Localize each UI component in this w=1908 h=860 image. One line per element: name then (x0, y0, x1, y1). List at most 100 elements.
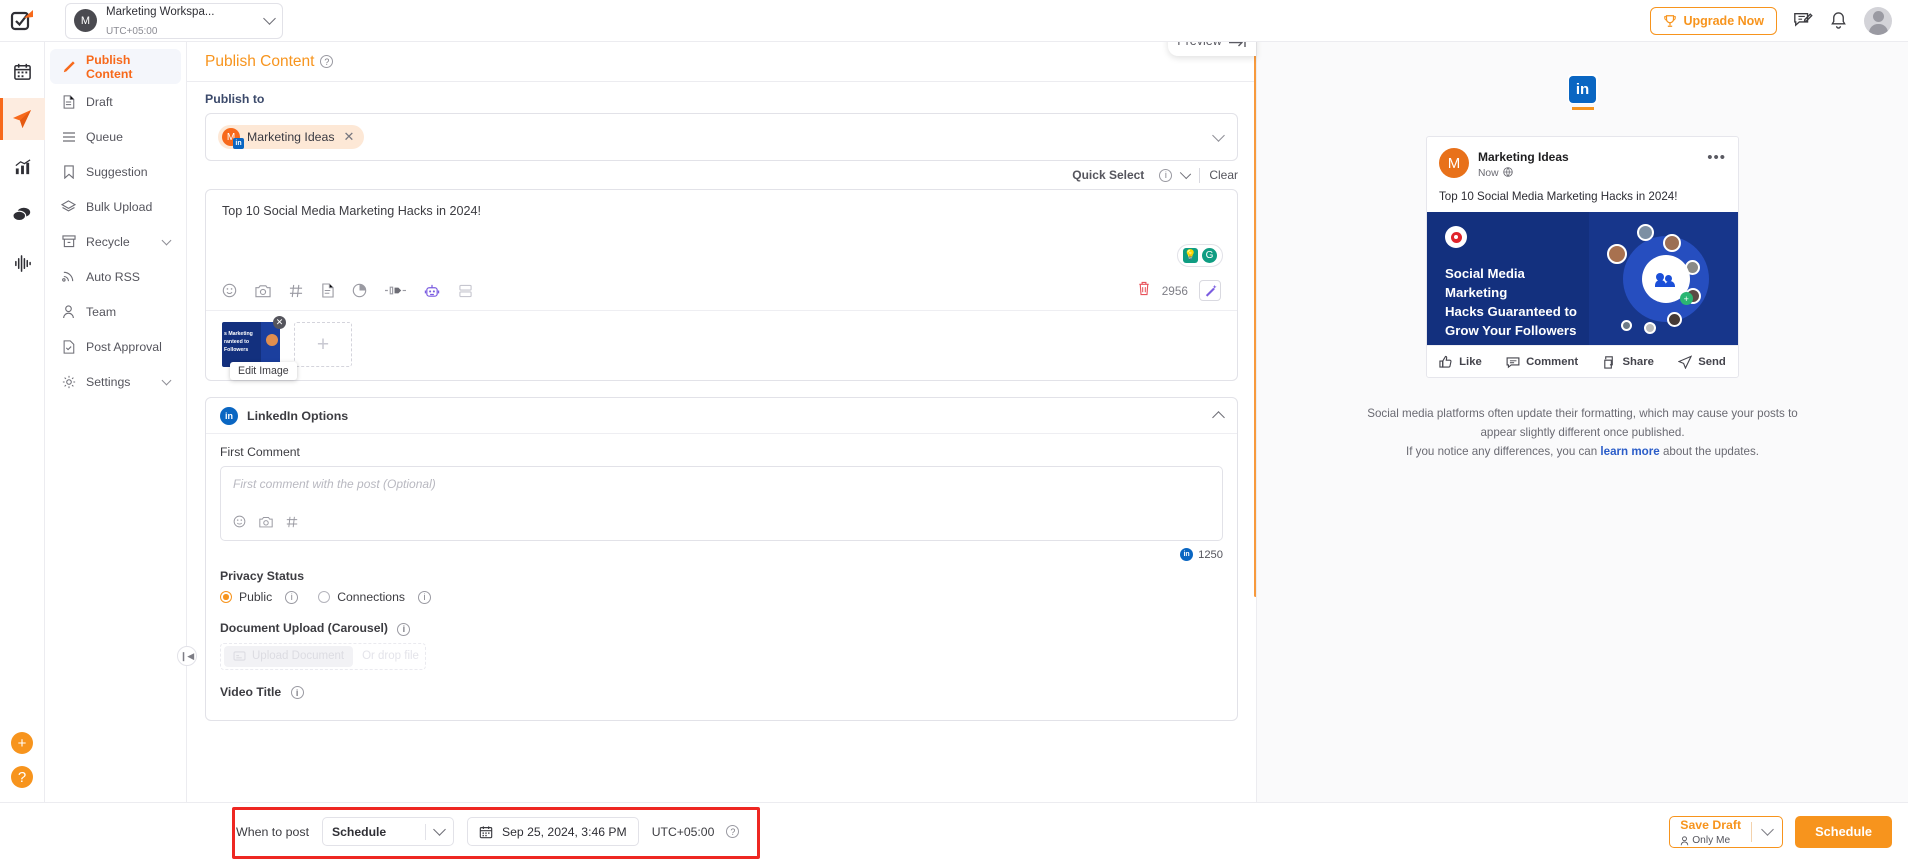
info-icon[interactable]: i (285, 590, 299, 604)
post-composer[interactable]: Top 10 Social Media Marketing Hacks in 2… (205, 189, 1238, 381)
share-button[interactable]: Share (1602, 355, 1654, 369)
send-button[interactable]: Send (1678, 354, 1726, 369)
help-icon[interactable]: ? (726, 825, 740, 838)
list-icon (61, 129, 76, 144)
upgrade-now-button[interactable]: Upgrade Now (1650, 6, 1777, 35)
schedule-button[interactable]: Schedule (1795, 815, 1892, 848)
preview-author-block: Marketing Ideas Now (1478, 148, 1569, 180)
app-logo-icon (10, 8, 36, 34)
pencil-icon (61, 59, 76, 74)
account-chip[interactable]: M in Marketing Ideas ✕ (218, 125, 365, 149)
save-draft-button[interactable]: Save Draft Only Me (1669, 815, 1784, 848)
remove-media-icon[interactable]: ✕ (273, 316, 286, 329)
avatar (1636, 224, 1654, 241)
sidebar-item-publish-content[interactable]: Publish Content (50, 49, 181, 84)
robot-icon[interactable] (424, 283, 440, 299)
sidebar-item-post-approval[interactable]: Post Approval (50, 329, 181, 364)
sidebar-item-label: Team (86, 304, 117, 319)
thumb-avatar-dot (266, 334, 278, 346)
rail-item-publish[interactable] (0, 98, 45, 140)
publish-to-field[interactable]: M in Marketing Ideas ✕ (205, 113, 1238, 161)
learn-more-link[interactable]: learn more (1600, 445, 1659, 458)
sidebar-item-settings[interactable]: Settings (50, 364, 181, 399)
preview-image-right: + (1588, 212, 1738, 345)
rail-item-listening[interactable] (0, 242, 45, 284)
chevron-down-icon (161, 375, 172, 385)
grid-icon[interactable] (458, 284, 473, 298)
camera-icon[interactable] (259, 515, 273, 533)
sidebar-item-queue[interactable]: Queue (50, 119, 181, 154)
preview-post-more-icon[interactable]: ••• (1707, 148, 1726, 165)
drop-file-text: Or drop file (362, 650, 419, 662)
linkedin-options-header[interactable]: in LinkedIn Options (206, 398, 1237, 434)
composer-toolbar-right: 2956 (1137, 280, 1221, 301)
pie-chart-icon[interactable] (352, 283, 367, 298)
sidebar-item-auto-rss[interactable]: Auto RSS (50, 259, 181, 294)
privacy-option-public[interactable]: Public i (220, 590, 299, 604)
privacy-option-connections[interactable]: Connections i (318, 590, 431, 604)
delete-post-icon[interactable] (1137, 281, 1151, 301)
schedule-datetime-picker[interactable]: Sep 25, 2024, 3:46 PM (467, 817, 639, 846)
sidebar-nav: Publish Content Draft Queue Suggestion B… (45, 42, 187, 802)
edit-image-tooltip[interactable]: Edit Image (230, 362, 297, 380)
emoji-icon[interactable] (233, 515, 246, 533)
camera-icon[interactable] (255, 284, 271, 298)
document-upload-dropzone[interactable]: Upload Document Or drop file (220, 642, 426, 670)
sidebar-item-bulk-upload[interactable]: Bulk Upload (50, 189, 181, 224)
workspace-avatar: M (74, 9, 97, 32)
app-root: M Marketing Workspa... UTC+05:00 Upgrade… (0, 0, 1908, 860)
media-thumbnail-image: s Marketing ranteed to Followers (222, 322, 280, 367)
privacy-option-label: Public (239, 590, 273, 604)
collapse-panel-handle[interactable]: ❙◀ (177, 646, 197, 666)
composer-textarea[interactable]: Top 10 Social Media Marketing Hacks in 2… (206, 190, 1237, 272)
rail-item-calendar[interactable] (0, 50, 45, 92)
sidebar-item-label: Suggestion (86, 164, 148, 179)
sidebar-item-suggestion[interactable]: Suggestion (50, 154, 181, 189)
linkedin-badge-icon: in (233, 138, 244, 149)
grammarly-widget[interactable]: 💡 G (1177, 244, 1223, 267)
rail-item-analytics[interactable] (0, 146, 45, 188)
chevron-down-icon (433, 823, 446, 836)
schedule-mode-select[interactable]: Schedule (322, 817, 455, 846)
help-button[interactable]: ? (11, 766, 33, 788)
comment-button[interactable]: Comment (1506, 355, 1578, 369)
sidebar-item-draft[interactable]: Draft (50, 84, 181, 119)
first-comment-field[interactable]: First comment with the post (Optional) (220, 466, 1223, 541)
sidebar-item-team[interactable]: Team (50, 294, 181, 329)
ai-magic-wand-button[interactable] (1199, 280, 1221, 301)
chevron-down-icon[interactable] (1180, 167, 1192, 180)
like-button[interactable]: Like (1439, 355, 1482, 369)
analytics-icon (14, 158, 30, 174)
feedback-icon[interactable] (1793, 11, 1813, 31)
notifications-bell-icon[interactable] (1829, 11, 1848, 30)
document-icon[interactable] (321, 283, 334, 298)
hashtag-icon[interactable] (286, 515, 298, 533)
chevron-down-icon (161, 235, 172, 245)
add-button[interactable]: + (11, 732, 33, 754)
info-icon[interactable]: ? (320, 55, 334, 68)
hashtag-icon[interactable] (289, 284, 303, 298)
sidebar-item-recycle[interactable]: Recycle (50, 224, 181, 259)
remove-account-icon[interactable]: ✕ (344, 129, 355, 145)
info-icon[interactable]: i (417, 590, 431, 604)
info-icon[interactable]: i (1159, 168, 1173, 182)
plug-icon[interactable] (385, 284, 406, 297)
avatar (1662, 234, 1681, 252)
workspace-selector[interactable]: M Marketing Workspa... UTC+05:00 (65, 2, 283, 39)
info-icon[interactable]: i (290, 686, 304, 699)
chevron-up-icon[interactable] (1212, 411, 1225, 424)
chevron-down-icon[interactable] (1212, 128, 1225, 142)
save-draft-dropdown[interactable] (1752, 823, 1782, 838)
info-icon[interactable]: i (397, 622, 411, 636)
add-media-button[interactable]: + (294, 322, 352, 367)
user-avatar[interactable] (1864, 6, 1892, 35)
clear-button[interactable]: Clear (1209, 168, 1238, 182)
emoji-icon[interactable] (222, 283, 237, 298)
media-thumbnail[interactable]: s Marketing ranteed to Followers ✕ Edit Im… (222, 316, 297, 380)
rail-item-inbox[interactable] (0, 194, 45, 236)
like-label: Like (1459, 355, 1482, 368)
bottom-action-bar: When to post Schedule Sep 25, 2024, 3:46… (0, 802, 1908, 860)
disclaimer-line-1: Social media platforms often update thei… (1367, 407, 1785, 420)
share-label: Share (1622, 355, 1654, 368)
upload-document-button[interactable]: Upload Document (224, 645, 354, 667)
